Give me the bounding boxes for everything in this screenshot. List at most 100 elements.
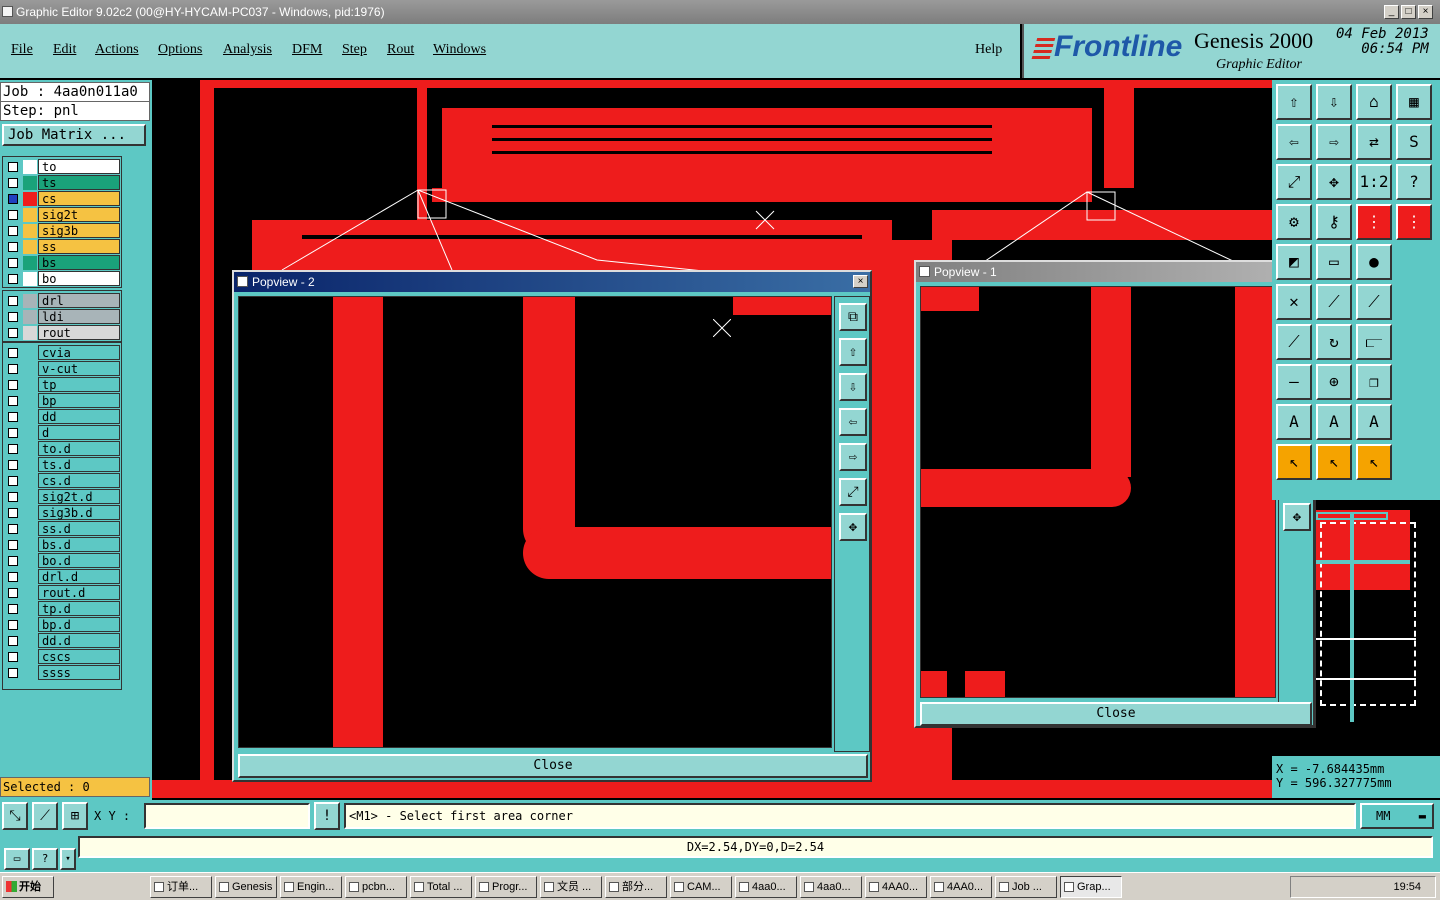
- layer-name[interactable]: bs.d: [38, 537, 120, 552]
- layer-row-bo[interactable]: bo: [3, 271, 121, 286]
- layer-row-sig3b[interactable]: sig3b: [3, 223, 121, 238]
- layer-name[interactable]: dd.d: [38, 633, 120, 648]
- zoom-area-icon[interactable]: ⤡: [2, 802, 28, 830]
- layer-name[interactable]: tp: [38, 377, 120, 392]
- layer-name[interactable]: dd: [38, 409, 120, 424]
- layer-checkbox[interactable]: [8, 636, 18, 646]
- layer-name[interactable]: rout: [38, 325, 120, 340]
- zoom-home-icon[interactable]: ⇧: [839, 338, 867, 366]
- layer-name[interactable]: to: [38, 159, 120, 174]
- zoom-home-icon[interactable]: ⇧: [1276, 84, 1312, 120]
- select-icon[interactable]: ↖: [1276, 444, 1312, 480]
- taskbar-item[interactable]: 4AA0...: [930, 876, 992, 898]
- layer-row-rout.d[interactable]: rout.d: [3, 585, 121, 600]
- layer-checkbox[interactable]: [8, 242, 18, 252]
- layer-row-sig3b.d[interactable]: sig3b.d: [3, 505, 121, 520]
- layer-row-bs[interactable]: bs: [3, 255, 121, 270]
- popview-2-titlebar[interactable]: Popview - 2 ×: [234, 272, 870, 292]
- maximize-button[interactable]: □: [1401, 5, 1416, 19]
- job-matrix-button[interactable]: Job Matrix ...: [2, 124, 146, 146]
- layer-name[interactable]: bp: [38, 393, 120, 408]
- layer-row-bo.d[interactable]: bo.d: [3, 553, 121, 568]
- menu-options[interactable]: Options: [158, 42, 202, 58]
- layer-name[interactable]: ts.d: [38, 457, 120, 472]
- help-query-icon[interactable]: ?: [1396, 164, 1432, 200]
- arc-add-icon[interactable]: A: [1276, 404, 1312, 440]
- layer-row-d[interactable]: d: [3, 425, 121, 440]
- layer-name[interactable]: cs: [38, 191, 120, 206]
- layer-row-bs.d[interactable]: bs.d: [3, 537, 121, 552]
- layer-row-tp[interactable]: tp: [3, 377, 121, 392]
- menu-edit[interactable]: Edit: [53, 42, 76, 58]
- layer-row-ts[interactable]: ts: [3, 175, 121, 190]
- pan-right-icon[interactable]: ⇨: [839, 443, 867, 471]
- layer-row-dd.d[interactable]: dd.d: [3, 633, 121, 648]
- layer-checkbox[interactable]: [8, 348, 18, 358]
- unit-selector[interactable]: MM ▬: [1360, 803, 1434, 829]
- route-icon[interactable]: ⟋: [1356, 284, 1392, 320]
- layer-row-drl[interactable]: drl: [3, 293, 121, 308]
- layer-name[interactable]: ts: [38, 175, 120, 190]
- xy-input[interactable]: [144, 803, 310, 829]
- app-icon[interactable]: [2, 6, 13, 17]
- taskbar-item[interactable]: 文员 ...: [540, 876, 602, 898]
- zoom-in-icon[interactable]: ✥: [839, 513, 867, 541]
- printer-icon[interactable]: ▭: [4, 848, 30, 870]
- taskbar-item[interactable]: Engin...: [280, 876, 342, 898]
- layer-row-cs.d[interactable]: cs.d: [3, 473, 121, 488]
- layer-checkbox[interactable]: [8, 572, 18, 582]
- menu-step[interactable]: Step: [342, 42, 367, 58]
- settings-icon[interactable]: ⚙: [1276, 204, 1312, 240]
- center-snap-icon[interactable]: ⊕: [1316, 364, 1352, 400]
- alert-icon[interactable]: !: [314, 802, 340, 830]
- scale-icon[interactable]: 1:2: [1356, 164, 1392, 200]
- layer-row-drl.d[interactable]: drl.d: [3, 569, 121, 584]
- layer-checkbox[interactable]: [8, 524, 18, 534]
- zoom-out-icon[interactable]: ⤢: [839, 478, 867, 506]
- layer-checkbox[interactable]: [8, 178, 18, 188]
- zoom-in-icon[interactable]: ✥: [1283, 503, 1311, 531]
- menu-rout[interactable]: Rout: [387, 42, 414, 58]
- start-button[interactable]: 开始: [2, 876, 54, 898]
- arc-icon[interactable]: ↻: [1316, 324, 1352, 360]
- layer-name[interactable]: ss.d: [38, 521, 120, 536]
- layer-name[interactable]: v-cut: [38, 361, 120, 376]
- menu-analysis[interactable]: Analysis: [223, 42, 272, 58]
- layer-name[interactable]: sig3b.d: [38, 505, 120, 520]
- layer-checkbox[interactable]: [8, 226, 18, 236]
- layer-row-cvia[interactable]: cvia: [3, 345, 121, 360]
- layer-name[interactable]: cscs: [38, 649, 120, 664]
- layer-checkbox[interactable]: [8, 296, 18, 306]
- home-icon[interactable]: ⌂: [1356, 84, 1392, 120]
- layer-checkbox[interactable]: [8, 258, 18, 268]
- layer-checkbox[interactable]: [8, 328, 18, 338]
- layer-name[interactable]: to.d: [38, 441, 120, 456]
- cut-icon[interactable]: —: [1276, 364, 1312, 400]
- taskbar-item[interactable]: Job ...: [995, 876, 1057, 898]
- layer-name[interactable]: drl: [38, 293, 120, 308]
- layer-checkbox[interactable]: [8, 380, 18, 390]
- layer-checkbox[interactable]: [8, 652, 18, 662]
- layer-row-ss.d[interactable]: ss.d: [3, 521, 121, 536]
- layer-checkbox[interactable]: [8, 460, 18, 470]
- layer-checkbox[interactable]: [8, 312, 18, 322]
- zoom-fit-icon[interactable]: ⧉: [839, 303, 867, 331]
- delete-icon[interactable]: ✕: [1276, 284, 1312, 320]
- menu-actions[interactable]: Actions: [95, 42, 139, 58]
- layer-row-bp[interactable]: bp: [3, 393, 121, 408]
- layer-row-v-cut[interactable]: v-cut: [3, 361, 121, 376]
- group-icon[interactable]: ❐: [1356, 364, 1392, 400]
- layer-name[interactable]: bs: [38, 255, 120, 270]
- layer-name[interactable]: tp.d: [38, 601, 120, 616]
- layer-row-ssss[interactable]: ssss: [3, 665, 121, 680]
- layer-name[interactable]: ldi: [38, 309, 120, 324]
- popview-2-view[interactable]: [238, 296, 832, 748]
- key-icon[interactable]: ⚷: [1316, 204, 1352, 240]
- layer-name[interactable]: bo.d: [38, 553, 120, 568]
- select-route-icon[interactable]: ↖: [1356, 444, 1392, 480]
- menu-file[interactable]: File: [11, 42, 33, 58]
- net-select-icon[interactable]: ⋮: [1396, 204, 1432, 240]
- layer-checkbox[interactable]: [8, 274, 18, 284]
- zoom-window-icon[interactable]: ▦: [1396, 84, 1432, 120]
- popview-2-close-icon[interactable]: ×: [853, 275, 868, 288]
